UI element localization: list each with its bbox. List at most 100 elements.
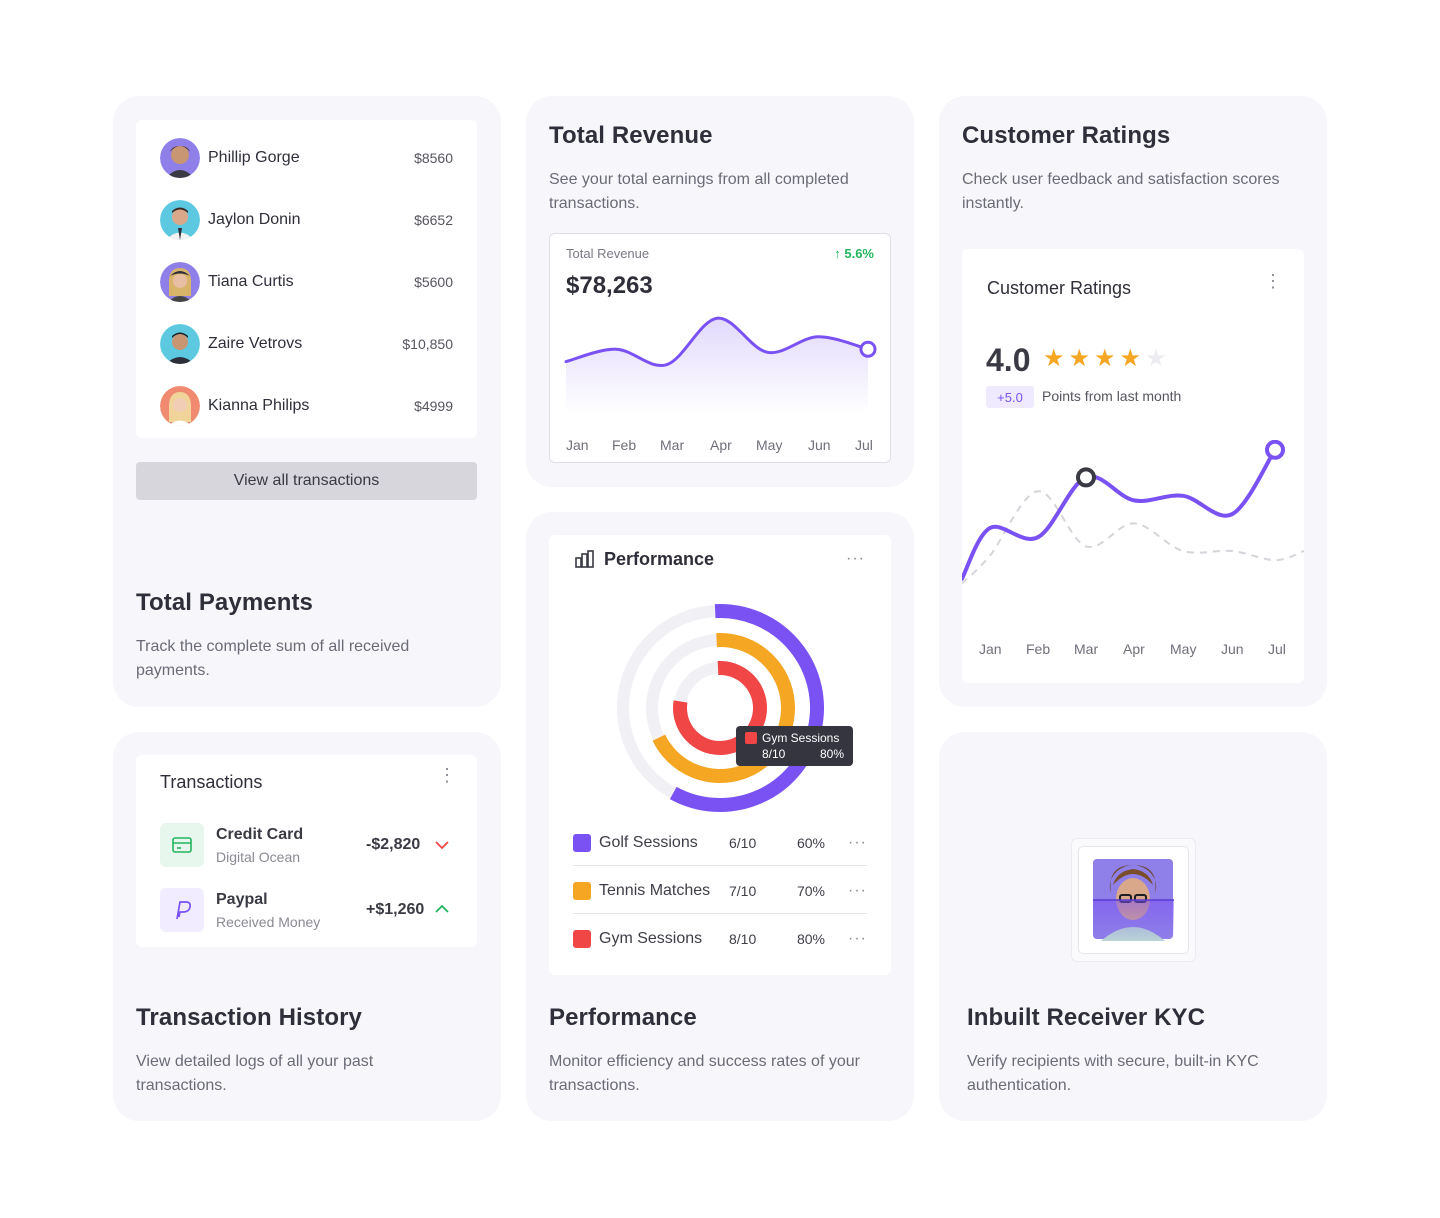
x-tick-label: Mar bbox=[660, 437, 685, 453]
payment-row[interactable]: Kianna Philips $4999 bbox=[160, 386, 453, 426]
revenue-endpoint-dot bbox=[859, 340, 877, 358]
kyc-face-photo bbox=[1093, 859, 1174, 941]
legend-name: Tennis Matches bbox=[599, 881, 711, 899]
card-description: Check user feedback and satisfaction sco… bbox=[962, 171, 1280, 212]
legend-score: 8/10 bbox=[729, 931, 757, 947]
x-tick-label: Jun bbox=[808, 437, 831, 453]
view-all-transactions-button[interactable]: View all transactions bbox=[136, 462, 477, 500]
x-tick-label: Jul bbox=[855, 437, 873, 453]
highlight-dot bbox=[1076, 467, 1096, 488]
tooltip-name: Gym Sessions bbox=[762, 731, 840, 745]
transaction-source: Received Money bbox=[216, 914, 321, 930]
widget-title: Performance bbox=[604, 549, 715, 569]
widget-title: Customer Ratings bbox=[987, 278, 1132, 298]
card-title: Transaction History bbox=[136, 1004, 362, 1031]
payment-row[interactable]: Zaire Vetrovs $10,850 bbox=[160, 324, 453, 364]
legend-swatch bbox=[573, 881, 591, 900]
rating-change-badge: +5.0 bbox=[986, 386, 1034, 408]
payment-amount: $5600 bbox=[414, 274, 453, 290]
card-description: See your total earnings from all complet… bbox=[549, 171, 849, 212]
more-options-icon[interactable]: ⋮ bbox=[1264, 272, 1282, 290]
avatar bbox=[160, 262, 200, 302]
star-icon: ★ bbox=[1068, 345, 1091, 372]
more-options-icon[interactable]: ··· bbox=[846, 551, 865, 567]
paypal-icon bbox=[160, 888, 204, 932]
avatar bbox=[160, 386, 200, 426]
legend-score: 7/10 bbox=[729, 882, 757, 899]
more-options-icon[interactable]: ··· bbox=[825, 834, 867, 852]
x-tick-label: Feb bbox=[1026, 641, 1051, 657]
payment-amount: $10,850 bbox=[402, 336, 453, 352]
transaction-amount: +$1,260 bbox=[366, 901, 425, 918]
revenue-chart bbox=[564, 316, 877, 414]
legend-row[interactable]: Gym Sessions 8/10 80% ··· bbox=[573, 916, 867, 962]
transaction-name: Paypal bbox=[216, 891, 268, 908]
avatar bbox=[160, 324, 200, 364]
bar-chart-icon bbox=[575, 550, 594, 568]
legend-row[interactable]: Golf Sessions 6/10 60% ··· bbox=[573, 820, 867, 866]
star-empty-icon: ★ bbox=[1145, 345, 1167, 372]
card-description: Track the complete sum of all received p… bbox=[136, 638, 410, 679]
current-period-line bbox=[962, 447, 1277, 581]
card-title: Customer Ratings bbox=[962, 122, 1171, 149]
more-options-icon[interactable]: ··· bbox=[825, 882, 867, 900]
revenue-widget: Total Revenue ↑ 5.6% $78,263 Jan Feb Mar… bbox=[549, 233, 891, 463]
payment-row[interactable]: Tiana Curtis $5600 bbox=[160, 262, 453, 302]
payer-name: Kianna Philips bbox=[208, 397, 310, 414]
payer-name: Jaylon Donin bbox=[208, 211, 301, 228]
x-tick-label: Jul bbox=[1268, 641, 1286, 657]
more-options-icon[interactable]: ⋮ bbox=[438, 766, 456, 784]
chevron-up-icon bbox=[435, 904, 449, 913]
card-title: Total Revenue bbox=[549, 122, 713, 149]
transaction-source: Digital Ocean bbox=[216, 849, 301, 865]
x-tick-label: Apr bbox=[1123, 641, 1145, 657]
legend-percent: 80% bbox=[796, 931, 825, 947]
star-icon: ★ bbox=[1043, 345, 1065, 372]
legend-row[interactable]: Tennis Matches 7/10 70% ··· bbox=[573, 868, 867, 914]
previous-period-line bbox=[962, 490, 1304, 584]
star-icon: ★ bbox=[1119, 345, 1142, 372]
payment-amount: $4999 bbox=[414, 398, 453, 414]
payment-row[interactable]: Jaylon Donin $6652 bbox=[160, 200, 453, 240]
x-tick-label: Jun bbox=[1221, 641, 1244, 657]
card-description: View detailed logs of all your past tran… bbox=[136, 1053, 374, 1094]
chevron-down-icon bbox=[435, 841, 449, 850]
payment-amount: $6652 bbox=[414, 212, 453, 228]
avatar bbox=[160, 138, 200, 178]
transaction-amount: -$2,820 bbox=[366, 836, 421, 853]
tooltip-swatch bbox=[745, 732, 757, 744]
credit-card-icon bbox=[160, 823, 204, 867]
payer-name: Tiana Curtis bbox=[208, 273, 294, 290]
x-tick-label: May bbox=[756, 437, 783, 453]
card-title: Inbuilt Receiver KYC bbox=[967, 1004, 1206, 1031]
star-icon: ★ bbox=[1094, 345, 1116, 372]
payer-name: Zaire Vetrovs bbox=[208, 335, 303, 352]
performance-radial-chart bbox=[617, 604, 824, 812]
legend-percent: 60% bbox=[796, 834, 825, 851]
payments-list: Phillip Gorge $8560 Jaylon Donin $6652 T… bbox=[136, 120, 477, 438]
card-description: Verify recipients with secure, built-in … bbox=[967, 1053, 1259, 1094]
legend-percent: 70% bbox=[796, 882, 825, 899]
legend-name: Golf Sessions bbox=[599, 833, 698, 851]
avatar bbox=[160, 200, 200, 240]
revenue-area bbox=[566, 318, 868, 414]
rating-change-note: Points from last month bbox=[1042, 388, 1182, 404]
tooltip-score: 8/10 bbox=[762, 747, 786, 761]
legend-swatch bbox=[573, 833, 591, 852]
widget-title: Transactions bbox=[160, 772, 263, 792]
x-tick-label: Mar bbox=[1074, 641, 1099, 657]
more-options-icon[interactable]: ··· bbox=[825, 930, 867, 948]
payment-row[interactable]: Phillip Gorge $8560 bbox=[160, 138, 453, 178]
legend-name: Gym Sessions bbox=[599, 930, 703, 947]
tooltip-percent: 80% bbox=[819, 747, 844, 761]
x-tick-label: May bbox=[1170, 641, 1197, 657]
card-title: Performance bbox=[549, 1004, 697, 1031]
payment-amount: $8560 bbox=[414, 150, 453, 166]
chart-tooltip: Gym Sessions 8/10 80% bbox=[736, 726, 853, 766]
endpoint-dot bbox=[1265, 440, 1285, 460]
x-tick-label: Jan bbox=[979, 641, 1002, 657]
rating-stars: ★ ★ ★ ★ ★ bbox=[1043, 346, 1167, 372]
legend-score: 6/10 bbox=[729, 834, 757, 851]
rating-score: 4.0 bbox=[986, 342, 1031, 378]
payer-name: Phillip Gorge bbox=[208, 149, 300, 166]
